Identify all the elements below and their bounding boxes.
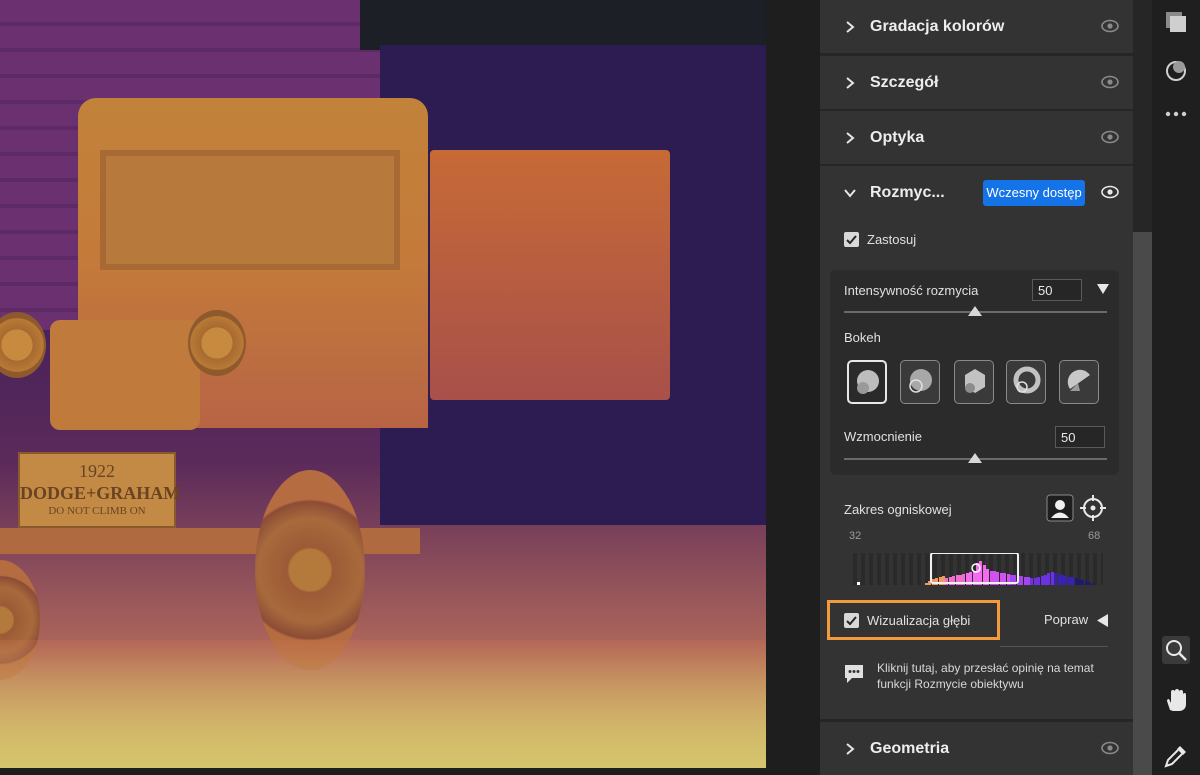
masking-icon[interactable] — [1162, 56, 1190, 84]
section-lens-blur: Rozmyc... Wczesny dostęp Zastosuj Intens… — [820, 166, 1133, 719]
focal-max-label: 68 — [1088, 530, 1101, 542]
boost-label: Wzmocnienie — [844, 429, 923, 444]
histogram-bar — [857, 582, 860, 585]
eye-icon[interactable] — [1101, 73, 1119, 91]
section-color-grading[interactable]: Gradacja kolorów — [820, 0, 1133, 53]
bokeh-label: Bokeh — [844, 330, 881, 345]
plate-brand: DODGE+GRAHAM — [20, 483, 181, 503]
truck-hood — [50, 320, 200, 430]
bokeh-blade-button[interactable] — [954, 360, 994, 404]
refine-divider — [1000, 646, 1108, 647]
depth-visualization-label: Wizualizacja głębi — [867, 613, 971, 628]
bokeh-circle-icon — [857, 370, 879, 394]
hand-icon[interactable] — [1162, 686, 1190, 714]
panel-scrollbar-thumb[interactable] — [1133, 232, 1152, 775]
section-title: Geometria — [870, 739, 950, 757]
histogram-bar — [1091, 583, 1095, 585]
right-toolbar — [1152, 0, 1200, 775]
focus-target-icon[interactable] — [1079, 494, 1107, 522]
headlight-right — [188, 310, 246, 376]
eye-icon[interactable] — [1101, 17, 1119, 35]
early-access-badge: Wczesny dostęp — [983, 180, 1085, 206]
license-plate: 1922 DODGE+GRAHAM DO NOT CLIMB ON — [18, 452, 181, 528]
truck-window — [100, 150, 400, 270]
chevron-right-icon — [846, 742, 855, 755]
chevron-right-icon — [846, 131, 855, 144]
focus-point-icon[interactable] — [971, 563, 981, 573]
intensity-label: Intensywność rozmycia — [844, 283, 979, 298]
eye-icon[interactable] — [1101, 183, 1119, 201]
subject-select-icon[interactable] — [1046, 494, 1074, 522]
focal-range-label: Zakres ogniskowej — [844, 502, 952, 517]
bokeh-bubble-button[interactable] — [900, 360, 940, 404]
bokeh-cat-eye-icon — [1067, 369, 1090, 391]
section-detail[interactable]: Szczegół — [820, 56, 1133, 109]
intensity-input[interactable]: 50 — [1032, 279, 1082, 301]
chevron-down-icon — [844, 188, 856, 198]
chevron-right-icon — [846, 76, 855, 89]
section-title: Optyka — [870, 128, 925, 146]
depth-histogram[interactable] — [849, 553, 1103, 585]
feedback-link[interactable]: Kliknij tutaj, aby przesłać opinię na te… — [877, 660, 1097, 692]
plate-year: 1922 — [79, 461, 115, 481]
truck-bed — [430, 150, 670, 400]
refine-label[interactable]: Popraw — [1044, 612, 1088, 627]
ground — [0, 640, 766, 768]
bokeh-blade-icon — [965, 369, 985, 393]
bokeh-circle-button[interactable] — [847, 360, 887, 404]
zoom-icon[interactable] — [1162, 636, 1190, 664]
focal-range-window[interactable] — [930, 553, 1019, 584]
eyedropper-icon[interactable] — [1162, 742, 1190, 770]
triangle-left-icon[interactable] — [1097, 614, 1108, 627]
sky-area — [360, 0, 766, 50]
feedback-icon[interactable] — [843, 663, 865, 685]
depth-visualization-checkbox[interactable] — [844, 613, 859, 628]
triangle-down-icon[interactable] — [1097, 283, 1109, 295]
bokeh-ring-icon — [1013, 366, 1041, 394]
lens-blur-header[interactable]: Rozmyc... Wczesny dostęp — [820, 166, 1133, 219]
intensity-slider-thumb[interactable] — [968, 306, 982, 316]
checkmark-icon — [846, 235, 857, 245]
section-optics[interactable]: Optyka — [820, 111, 1133, 164]
section-title: Szczegół — [870, 73, 939, 91]
chevron-right-icon — [846, 20, 855, 33]
section-geometry[interactable]: Geometria — [820, 722, 1133, 775]
section-title: Gradacja kolorów — [870, 17, 1005, 35]
boost-input[interactable]: 50 — [1055, 426, 1105, 448]
apply-label: Zastosuj — [867, 232, 917, 247]
edit-panel: Gradacja kolorów Szczegół Optyka Rozmyc.… — [820, 0, 1133, 775]
focal-min-label: 32 — [849, 530, 862, 542]
section-title: Rozmyc... — [870, 183, 945, 201]
bokeh-bubble-icon — [909, 369, 932, 393]
photo-canvas[interactable]: 1922 DODGE+GRAHAM DO NOT CLIMB ON — [0, 0, 766, 768]
more-options-icon[interactable] — [1162, 100, 1190, 128]
plate-notice: DO NOT CLIMB ON — [48, 505, 146, 517]
bokeh-cat-eye-button[interactable] — [1059, 360, 1099, 404]
checkmark-icon — [846, 616, 857, 626]
eye-icon[interactable] — [1101, 128, 1119, 146]
apply-checkbox[interactable] — [844, 232, 859, 247]
layers-icon[interactable] — [1162, 8, 1190, 36]
boost-slider-thumb[interactable] — [968, 453, 982, 463]
eye-icon[interactable] — [1101, 739, 1119, 757]
bokeh-ring-button[interactable] — [1006, 360, 1046, 404]
